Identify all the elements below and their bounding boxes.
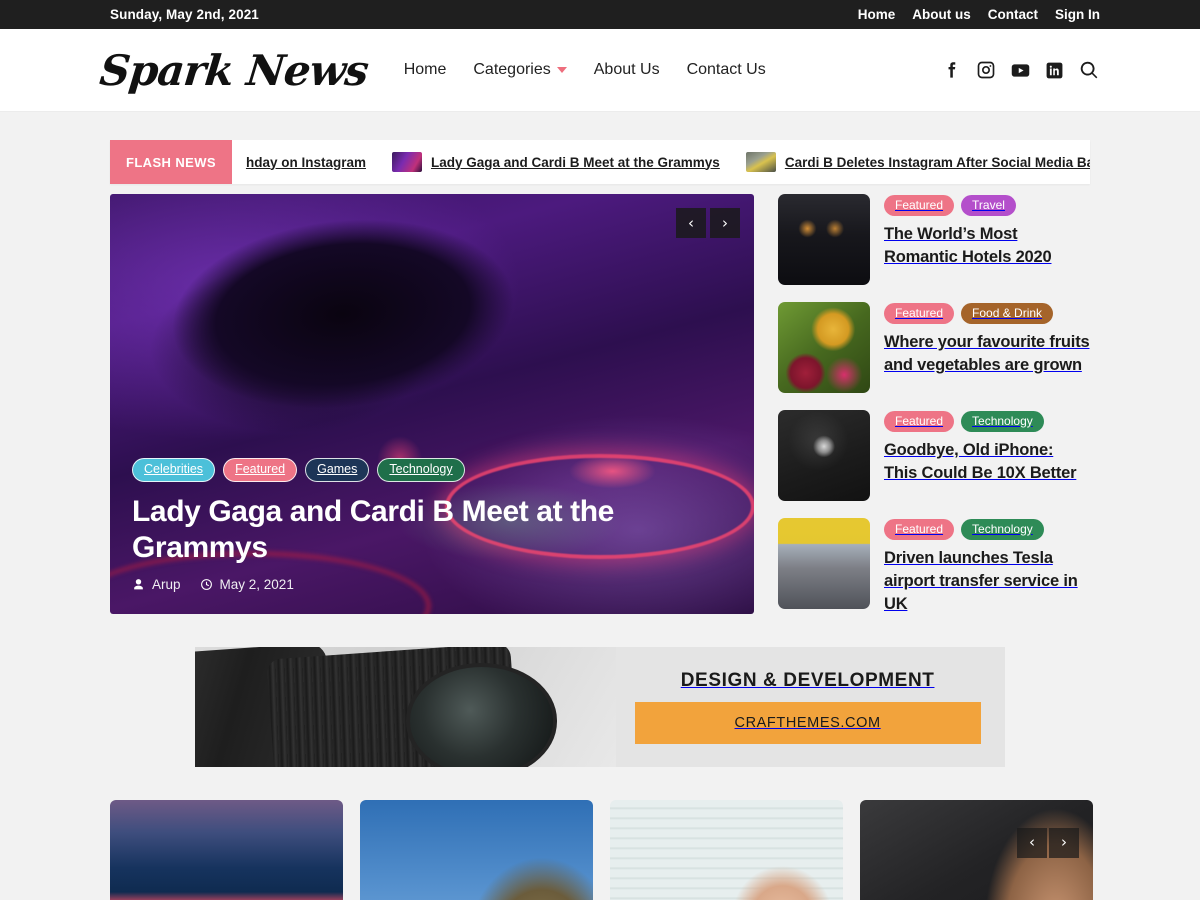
sidebar-article[interactable]: Featured Food & Drink Where your favouri… — [778, 302, 1090, 393]
hero-meta: Arup May 2, 2021 — [132, 577, 732, 592]
nav-item-home[interactable]: Home — [404, 61, 447, 79]
sidebar-article-title: The World’s Most Romantic Hotels 2020 — [884, 225, 1052, 267]
ad-camera-image — [195, 646, 617, 767]
hero-tag-featured[interactable]: Featured — [223, 458, 298, 483]
hero-slider[interactable]: ‹ › Celebrities Featured Games Technolog… — [110, 194, 754, 614]
sidebar-tag-featured[interactable]: Featured — [884, 195, 955, 217]
sidebar-tag-list: Featured Technology — [884, 411, 1090, 433]
hero-tag-technology[interactable]: Technology — [377, 458, 465, 483]
topnav-about-us[interactable]: About us — [912, 7, 971, 22]
ticker-item[interactable]: hday on Instagram — [246, 155, 366, 170]
social-links — [943, 59, 1100, 81]
sidebar-article-thumbnail — [778, 518, 870, 609]
article-card[interactable]: ‹ › — [860, 799, 1093, 900]
advertisement-section: DESIGN & DEVELOPMENT CRAFTHEMES.COM — [110, 646, 1090, 767]
top-bar: Sunday, May 2nd, 2021 Home About us Cont… — [0, 0, 1200, 29]
hero-next-button[interactable]: › — [710, 208, 740, 238]
sidebar-article[interactable]: Featured Travel The World’s Most Romanti… — [778, 194, 1090, 285]
top-bar-nav: Home About us Contact Sign In — [858, 7, 1100, 22]
ticker-item-title: Lady Gaga and Cardi B Meet at the Grammy… — [430, 154, 720, 170]
sidebar-tag-list: Featured Travel — [884, 195, 1090, 217]
flash-news-ticker: FLASH NEWS hday on Instagram Lady Gaga a… — [110, 140, 1090, 184]
hero-tag-games[interactable]: Games — [305, 458, 370, 483]
carousel-nav: ‹ › — [1017, 827, 1079, 858]
sidebar-article-title: Goodbye, Old iPhone: This Could Be 10X B… — [884, 441, 1077, 483]
sidebar-tag-list: Featured Food & Drink — [884, 303, 1090, 325]
advertisement-banner[interactable]: DESIGN & DEVELOPMENT CRAFTHEMES.COM — [195, 646, 1005, 767]
hero-author: Arup — [152, 577, 181, 592]
sidebar-article-thumbnail — [778, 302, 870, 393]
featured-section: ‹ › Celebrities Featured Games Technolog… — [110, 194, 1090, 616]
site-logo[interactable]: Spark News — [97, 46, 370, 95]
carousel-prev-button[interactable]: ‹ — [1017, 827, 1047, 858]
youtube-icon[interactable] — [1010, 60, 1031, 81]
ticker-item-title: Cardi B Deletes Instagram After Social M… — [784, 154, 1090, 170]
hero-content: Celebrities Featured Games Technology La… — [110, 440, 754, 614]
article-card[interactable] — [360, 799, 593, 900]
sidebar-article[interactable]: Featured Technology Driven launches Tesl… — [778, 518, 1090, 616]
ad-headline: DESIGN & DEVELOPMENT — [680, 669, 935, 691]
article-card[interactable] — [610, 799, 843, 900]
topnav-home[interactable]: Home — [858, 7, 896, 22]
sidebar-tag-list: Featured Technology — [884, 519, 1090, 541]
ad-cta-button[interactable]: CRAFTHEMES.COM — [634, 701, 981, 744]
nav-item-home-label: Home — [403, 61, 447, 78]
chevron-down-icon — [556, 67, 567, 73]
nav-item-contact-us-label: Contact Us — [686, 61, 766, 78]
hero-prev-button[interactable]: ‹ — [676, 208, 706, 238]
nav-item-about-us-label: About Us — [593, 61, 660, 78]
sidebar-tag-technology[interactable]: Technology — [961, 411, 1044, 433]
flash-news-badge: FLASH NEWS — [110, 140, 232, 184]
topnav-contact[interactable]: Contact — [988, 7, 1038, 22]
ticker-thumbnail — [745, 152, 776, 172]
sidebar-tag-technology[interactable]: Technology — [961, 519, 1044, 541]
ticker-item[interactable]: Cardi B Deletes Instagram After Social M… — [745, 152, 1090, 172]
carousel-next-button[interactable]: › — [1049, 827, 1079, 858]
sidebar-tag-featured[interactable]: Featured — [884, 411, 955, 433]
nav-item-about-us[interactable]: About Us — [594, 61, 660, 79]
nav-item-categories-label: Categories — [473, 61, 551, 78]
clock-icon — [200, 578, 213, 591]
ticker-thumbnail — [391, 152, 422, 172]
site-header: Spark News Home Categories About Us Cont… — [0, 29, 1200, 112]
sidebar-tag-food-and-drink[interactable]: Food & Drink — [961, 303, 1054, 325]
sidebar-article-thumbnail — [778, 194, 870, 285]
search-icon[interactable] — [1078, 59, 1100, 81]
hero-image-hand — [149, 194, 574, 450]
sidebar-tag-featured[interactable]: Featured — [884, 303, 955, 325]
sidebar-tag-featured[interactable]: Featured — [884, 519, 955, 541]
article-card-carousel: ‹ › — [110, 799, 1093, 900]
sidebar-article-thumbnail — [778, 410, 870, 501]
nav-item-contact-us[interactable]: Contact Us — [687, 61, 766, 79]
sidebar-tag-travel[interactable]: Travel — [961, 195, 1016, 217]
featured-sidebar: Featured Travel The World’s Most Romanti… — [778, 194, 1090, 616]
linkedin-icon[interactable] — [1045, 61, 1064, 80]
sidebar-article-title: Where your favourite fruits and vegetabl… — [884, 333, 1090, 375]
instagram-icon[interactable] — [976, 60, 996, 80]
hero-slider-nav: ‹ › — [676, 208, 740, 238]
person-icon — [132, 578, 145, 591]
ticker-item[interactable]: Lady Gaga and Cardi B Meet at the Grammy… — [391, 152, 720, 172]
hero-date: May 2, 2021 — [219, 577, 294, 592]
hero-tag-list: Celebrities Featured Games Technology — [132, 458, 732, 483]
nav-item-categories[interactable]: Categories — [473, 61, 567, 79]
hero-title[interactable]: Lady Gaga and Cardi B Meet at the Grammy… — [132, 494, 622, 565]
facebook-icon[interactable] — [943, 61, 962, 80]
main-navigation: Home Categories About Us Contact Us — [404, 61, 766, 79]
topnav-sign-in[interactable]: Sign In — [1055, 7, 1100, 22]
sidebar-article[interactable]: Featured Technology Goodbye, Old iPhone:… — [778, 410, 1090, 501]
ticker-item-title: hday on Instagram — [245, 154, 366, 170]
current-date: Sunday, May 2nd, 2021 — [110, 7, 259, 22]
sidebar-article-title: Driven launches Tesla airport transfer s… — [884, 549, 1078, 613]
article-card[interactable] — [110, 799, 343, 900]
hero-tag-celebrities[interactable]: Celebrities — [132, 458, 216, 483]
ticker-track: hday on Instagram Lady Gaga and Cardi B … — [232, 152, 1090, 172]
